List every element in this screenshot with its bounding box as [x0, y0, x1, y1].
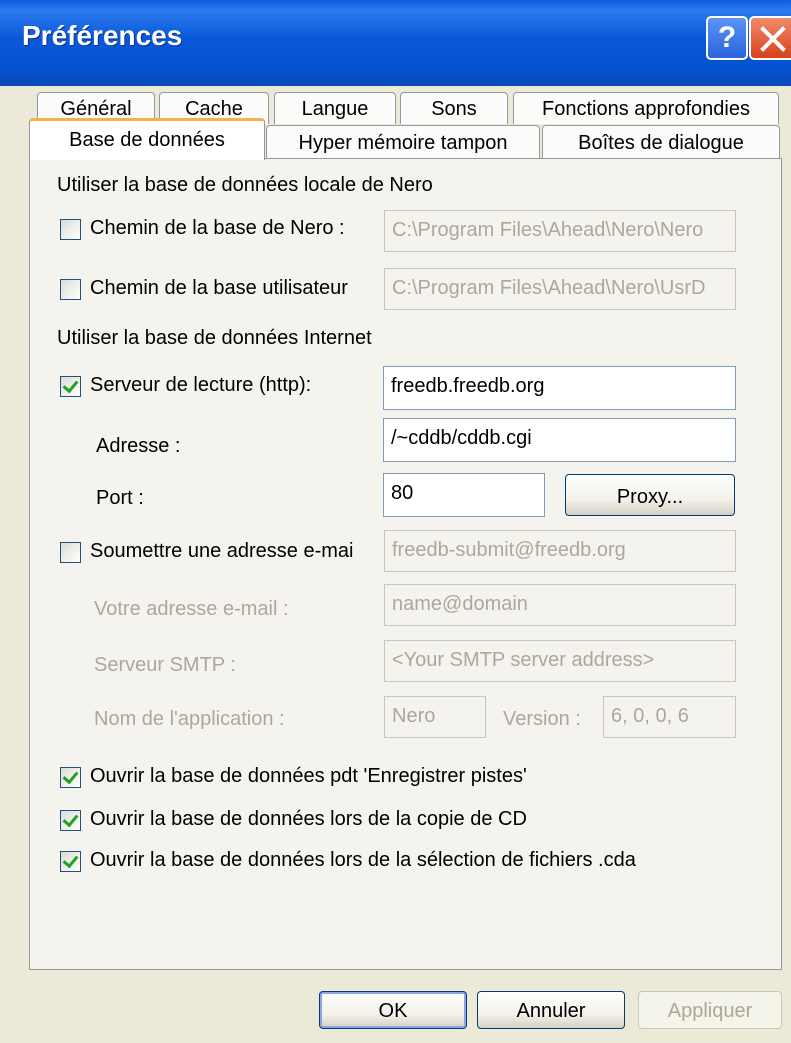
submit-email-checkbox[interactable] [60, 542, 81, 563]
version-field[interactable]: 6, 0, 0, 6 [603, 696, 736, 738]
tab-label: Langue [301, 98, 369, 120]
open-cda-checkbox[interactable] [60, 851, 81, 872]
proxy-button[interactable]: Proxy... [565, 474, 735, 516]
smtp-server-field[interactable]: <Your SMTP server address> [384, 640, 736, 682]
open-record-label: Ouvrir la base de données pdt 'Enregistr… [90, 765, 527, 787]
close-button[interactable] [749, 16, 791, 60]
tab-label: Boîtes de dialogue [578, 132, 744, 154]
open-copy-checkbox[interactable] [60, 810, 81, 831]
app-name-field[interactable]: Nero [384, 696, 486, 738]
tab-sons[interactable]: Sons [400, 92, 508, 124]
user-path-checkbox[interactable] [60, 279, 81, 300]
tab-label: Cache [185, 98, 243, 120]
nero-path-field[interactable]: C:\Program Files\Ahead\Nero\Nero [384, 210, 736, 252]
open-copy-label: Ouvrir la base de données lors de la cop… [90, 808, 527, 830]
smtp-server-label: Serveur SMTP : [94, 654, 236, 676]
submit-email-field[interactable]: freedb-submit@freedb.org [384, 530, 736, 572]
submit-email-label: Soumettre une adresse e-mai [90, 540, 354, 562]
apply-button[interactable]: Appliquer [638, 991, 782, 1029]
open-record-checkbox[interactable] [60, 767, 81, 788]
port-field[interactable]: 80 [383, 473, 545, 517]
tab-fonctions-approfondies[interactable]: Fonctions approfondies [513, 92, 779, 124]
window-title: Préférences [22, 20, 183, 51]
local-db-section-label: Utiliser la base de données locale de Ne… [57, 174, 433, 196]
help-icon: ? [717, 21, 737, 54]
open-cda-label: Ouvrir la base de données lors de la sél… [90, 849, 636, 871]
tab-label: Fonctions approfondies [542, 98, 750, 120]
address-label: Adresse : [96, 435, 181, 457]
nero-path-label: Chemin de la base de Nero : [90, 217, 345, 239]
nero-path-checkbox[interactable] [60, 219, 81, 240]
tab-base-de-donnees[interactable]: Base de données [29, 118, 265, 160]
user-path-label: Chemin de la base utilisateur [90, 277, 348, 299]
your-email-label: Votre adresse e-mail : [94, 598, 289, 620]
read-server-field[interactable]: freedb.freedb.org [383, 366, 736, 410]
port-label: Port : [96, 487, 144, 509]
tab-label: Base de données [69, 129, 225, 151]
tab-boites-de-dialogue[interactable]: Boîtes de dialogue [542, 125, 780, 159]
title-bar: Préférences ? [0, 0, 791, 86]
close-icon [760, 26, 786, 52]
tab-hyper-memoire-tampon[interactable]: Hyper mémoire tampon [266, 125, 540, 159]
read-server-label: Serveur de lecture (http): [90, 374, 312, 396]
cancel-button[interactable]: Annuler [477, 991, 625, 1029]
internet-db-section-label: Utiliser la base de données Internet [57, 327, 372, 349]
tab-label: Sons [431, 98, 477, 120]
address-field[interactable]: /~cddb/cddb.cgi [383, 418, 736, 462]
app-name-label: Nom de l'application : [94, 708, 285, 730]
ok-button[interactable]: OK [319, 991, 467, 1029]
help-button[interactable]: ? [706, 16, 748, 60]
your-email-field[interactable]: name@domain [384, 584, 736, 626]
tab-label: Général [60, 98, 132, 120]
read-server-checkbox[interactable] [60, 376, 81, 397]
tab-langue[interactable]: Langue [274, 92, 396, 124]
user-path-field[interactable]: C:\Program Files\Ahead\Nero\UsrD [384, 268, 736, 310]
tab-label: Hyper mémoire tampon [298, 132, 508, 154]
version-label: Version : [503, 708, 581, 730]
